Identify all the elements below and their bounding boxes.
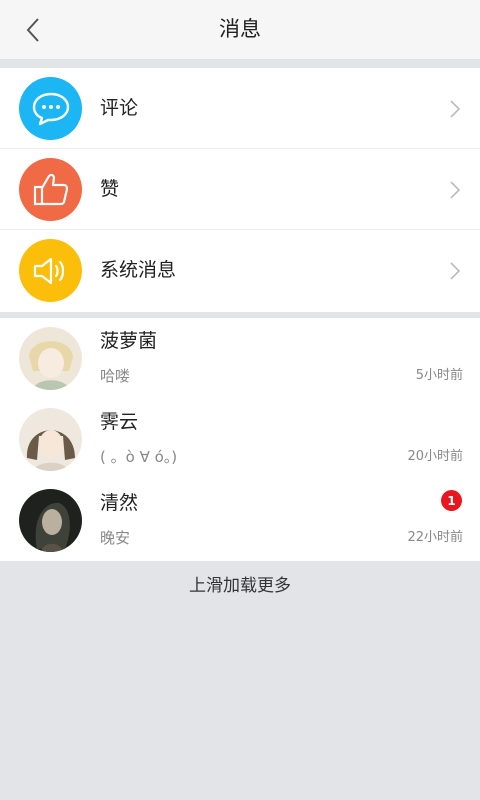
menu-label: 赞 xyxy=(100,178,120,200)
chevron-right-icon xyxy=(450,181,461,199)
contact-name: 清然 xyxy=(100,492,139,514)
chat-item[interactable]: 霁云 ( 。ò ∀ ó。) 20小时前 xyxy=(0,399,480,480)
page-title: 消息 xyxy=(219,17,261,41)
menu-label: 系统消息 xyxy=(100,259,177,281)
top-bar: 消息 xyxy=(0,0,480,60)
chat-item[interactable]: 清然 1 晚安 22小时前 xyxy=(0,480,480,561)
thumbs-up-icon xyxy=(19,158,82,221)
avatar xyxy=(19,327,82,390)
contact-name: 霁云 xyxy=(100,411,139,433)
menu-item-likes[interactable]: 赞 xyxy=(0,149,480,230)
menu-item-system-messages[interactable]: 系统消息 xyxy=(0,230,480,312)
divider xyxy=(0,61,480,68)
avatar xyxy=(19,489,82,552)
message-time: 5小时前 xyxy=(415,368,463,383)
menu-item-comments[interactable]: 评论 xyxy=(0,68,480,149)
chevron-right-icon xyxy=(450,100,461,118)
load-more-hint[interactable]: 上滑加载更多 xyxy=(0,563,480,609)
message-preview: 晚安 xyxy=(100,529,131,547)
chevron-right-icon xyxy=(450,262,461,280)
chat-list: 菠萝菌 哈喽 5小时前 霁云 ( 。ò ∀ ó。) 20小时前 清然 1 晚安 … xyxy=(0,318,480,561)
contact-name: 菠萝菌 xyxy=(100,330,158,352)
message-time: 20小时前 xyxy=(407,449,463,464)
speaker-icon xyxy=(19,239,82,302)
menu-label: 评论 xyxy=(100,97,139,119)
message-preview: ( 。ò ∀ ó。) xyxy=(100,448,178,466)
message-time: 22小时前 xyxy=(407,530,463,545)
unread-badge: 1 xyxy=(441,490,462,511)
notification-menu: 评论 赞 系统消息 xyxy=(0,68,480,312)
message-preview: 哈喽 xyxy=(100,367,131,385)
comment-bubble-icon xyxy=(19,77,82,140)
chat-item[interactable]: 菠萝菌 哈喽 5小时前 xyxy=(0,318,480,399)
avatar xyxy=(19,408,82,471)
